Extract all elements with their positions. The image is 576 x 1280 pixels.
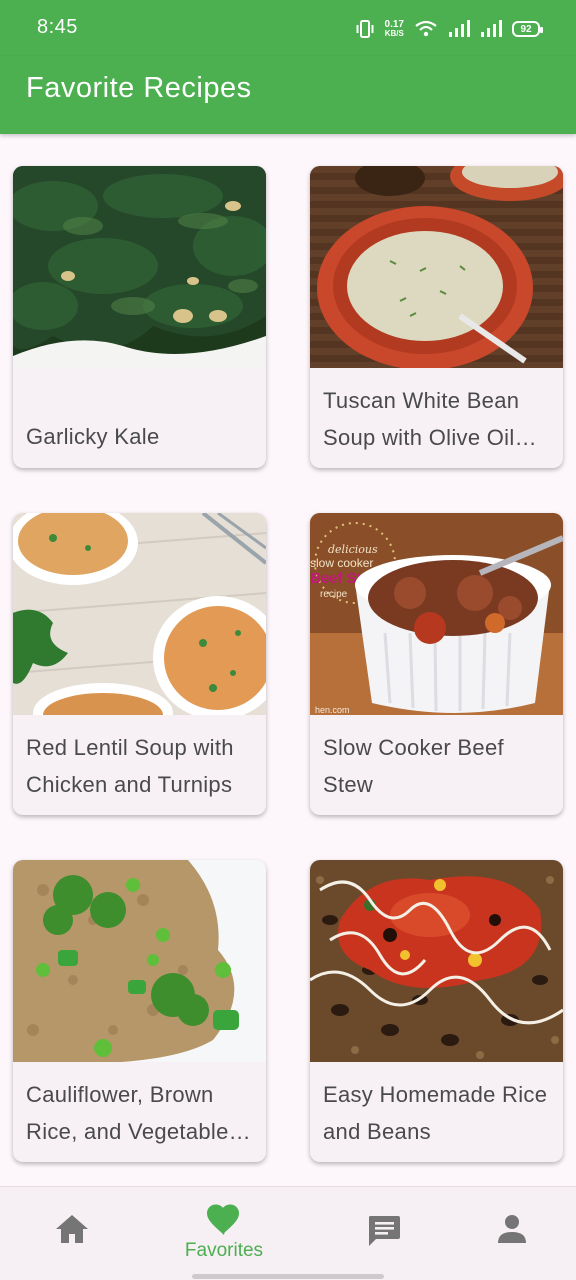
recipe-card[interactable]: Garlicky Kale [13, 166, 266, 468]
recipe-title: Easy Homemade Rice and Beans [323, 1082, 548, 1144]
stew-overlay-1: delicious [328, 543, 378, 556]
wifi-icon [415, 20, 437, 37]
recipe-image [13, 166, 266, 368]
recipe-card[interactable]: Easy Homemade Rice and Beans [310, 860, 563, 1162]
heart-icon [207, 1204, 239, 1235]
stew-overlay-4: recipe [320, 589, 348, 600]
status-bar: 8:45 0.17 KB/S 92 [0, 0, 576, 56]
bottom-navigation: Favorites [0, 1186, 576, 1280]
status-time: 8:45 [37, 16, 78, 38]
recipe-card[interactable]: Tuscan White Bean Soup with Olive Oil an… [310, 166, 563, 468]
gesture-bar[interactable] [192, 1274, 384, 1279]
recipe-image [13, 513, 266, 715]
signal-icon [449, 20, 470, 37]
recipe-grid[interactable]: Garlicky Kale Tuscan White Bean Soup wit… [0, 134, 576, 1186]
recipe-image [13, 860, 266, 1062]
app-bar: Favorite Recipes [0, 56, 576, 134]
recipe-card[interactable]: Red Lentil Soup with Chicken and Turnips [13, 513, 266, 815]
nav-favorites[interactable]: Favorites [152, 1187, 296, 1280]
chat-icon [369, 1216, 400, 1246]
nav-home[interactable] [0, 1187, 144, 1280]
recipe-image [310, 166, 563, 368]
recipe-title: Tuscan White Bean Soup with Olive Oil an… [323, 388, 520, 450]
recipe-card[interactable]: delicious slow cooker Beef Stew recipe h… [310, 513, 563, 815]
stew-source-text: hen.com [315, 705, 350, 715]
home-icon [56, 1215, 88, 1243]
recipe-image [310, 860, 563, 1062]
nav-favorites-label: Favorites [184, 1240, 264, 1261]
network-speed-unit: KB/S [384, 29, 404, 38]
stew-overlay-2: slow cooker [310, 556, 373, 570]
vibrate-icon [356, 20, 374, 38]
recipe-title: Cauliflower, Brown Rice, and Vegetable F… [26, 1082, 229, 1144]
network-speed-value: 0.17 [384, 19, 404, 30]
recipe-image: delicious slow cooker Beef Stew recipe h… [310, 513, 563, 715]
person-icon [498, 1215, 526, 1243]
status-icons: 0.17 KB/S 92 [355, 16, 543, 42]
battery-icon: 92 [512, 21, 543, 37]
network-speed: 0.17 KB/S [384, 19, 404, 39]
recipe-card[interactable]: Cauliflower, Brown Rice, and Vegetable F… [13, 860, 266, 1162]
recipe-title: Slow Cooker Beef Stew [323, 735, 504, 797]
page-title: Favorite Recipes [26, 72, 252, 104]
recipe-title: Red Lentil Soup with Chicken and Turnips [26, 735, 234, 797]
signal-icon-2 [481, 20, 502, 37]
recipe-title: Garlicky Kale [26, 424, 160, 449]
nav-messages[interactable] [312, 1187, 456, 1280]
nav-profile[interactable] [440, 1187, 576, 1280]
